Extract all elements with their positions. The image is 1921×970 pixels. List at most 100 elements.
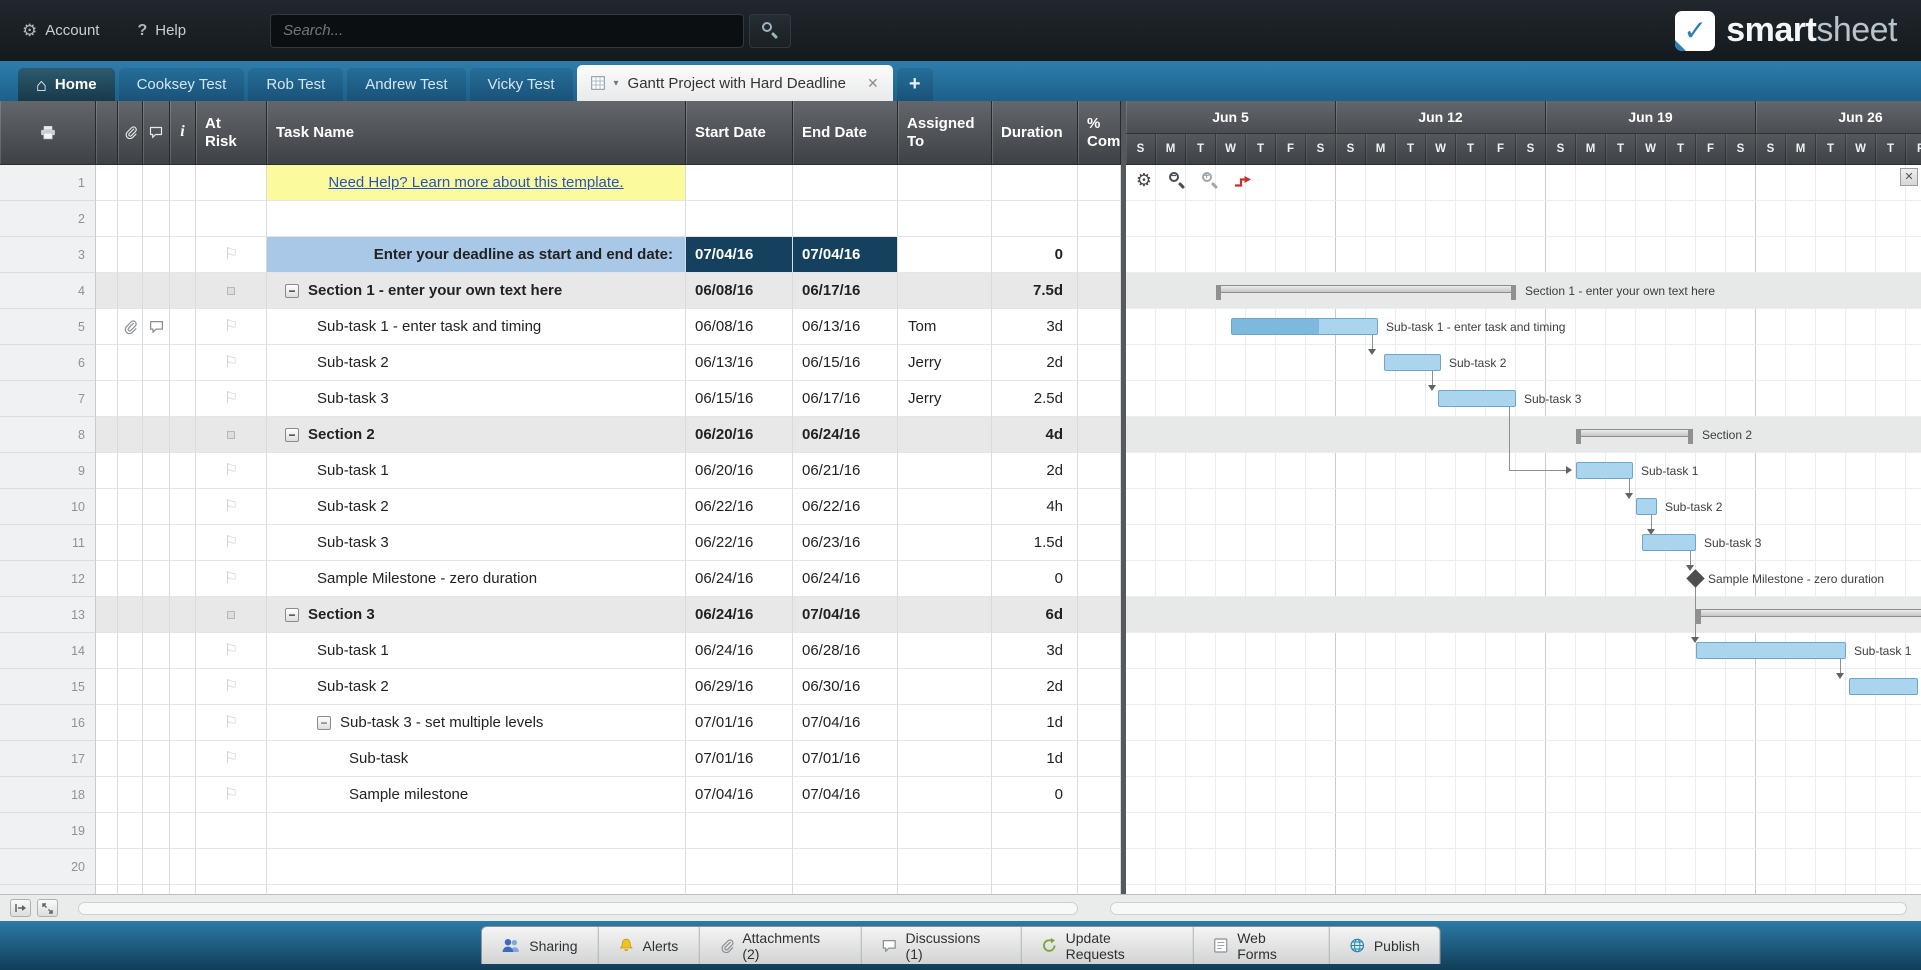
tab-rob-test[interactable]: Rob Test [248, 68, 344, 101]
lock-cell[interactable] [96, 201, 118, 237]
row-number-cell[interactable]: 18 [0, 777, 96, 813]
discussion-cell[interactable] [143, 525, 170, 561]
lock-cell[interactable] [96, 345, 118, 381]
cell-start-date[interactable]: 06/15/16 [686, 381, 793, 417]
cell-start-date[interactable]: 07/04/16 [686, 237, 793, 273]
attachment-cell[interactable] [118, 813, 143, 849]
cell-pct-complete[interactable] [1078, 597, 1121, 633]
cell-task-name[interactable]: Sample Milestone - zero duration [267, 561, 686, 597]
cell-task-name[interactable]: Sample milestone [267, 777, 686, 813]
cell-pct-complete[interactable] [1078, 165, 1121, 201]
cell-start-date[interactable]: 06/22/16 [686, 489, 793, 525]
cell-task-name[interactable] [267, 813, 686, 849]
discussion-cell[interactable] [143, 489, 170, 525]
lock-cell[interactable] [96, 489, 118, 525]
lock-cell[interactable] [96, 633, 118, 669]
row-number-cell[interactable]: 21 [0, 885, 96, 894]
cell-end-date[interactable]: 06/15/16 [793, 345, 898, 381]
at-risk-checkbox[interactable] [227, 286, 235, 295]
cell-duration[interactable]: 2d [992, 669, 1078, 705]
expand-view-button[interactable] [37, 899, 58, 917]
gantt-task-bar[interactable] [1231, 318, 1378, 335]
lock-cell[interactable] [96, 525, 118, 561]
gantt-task-bar[interactable] [1384, 354, 1441, 371]
cell-pct-complete[interactable] [1078, 453, 1121, 489]
gantt-settings-button[interactable]: ⚙ [1134, 170, 1154, 190]
cell-duration[interactable]: 3d [992, 309, 1078, 345]
attachment-cell[interactable] [118, 561, 143, 597]
cell-end-date[interactable]: 06/24/16 [793, 417, 898, 453]
cell-start-date[interactable]: 07/01/16 [686, 741, 793, 777]
cell-task-name[interactable]: − Section 1 - enter your own text here [267, 273, 686, 309]
at-risk-flag-icon[interactable]: ⚐ [224, 498, 238, 515]
cell-end-date[interactable]: 06/17/16 [793, 273, 898, 309]
attachment-cell[interactable] [118, 741, 143, 777]
attachment-cell[interactable] [118, 237, 143, 273]
column-header-task-name[interactable]: Task Name [267, 101, 686, 164]
collapse-toggle[interactable]: − [285, 427, 299, 442]
discussion-cell[interactable] [143, 273, 170, 309]
lock-cell[interactable] [96, 597, 118, 633]
tab-close-icon[interactable]: ✕ [867, 75, 879, 92]
attachment-cell[interactable] [118, 165, 143, 201]
cell-start-date[interactable]: 06/13/16 [686, 345, 793, 381]
discussion-cell[interactable] [143, 741, 170, 777]
discussion-cell[interactable] [143, 777, 170, 813]
attachment-cell[interactable] [118, 453, 143, 489]
at-risk-cell[interactable] [196, 813, 267, 849]
lock-cell[interactable] [96, 237, 118, 273]
gantt-summary-bar[interactable] [1696, 609, 1921, 617]
lock-cell[interactable] [96, 309, 118, 345]
tab-home[interactable]: ⌂ Home [18, 68, 115, 101]
discussion-cell[interactable] [143, 597, 170, 633]
cell-task-name[interactable] [267, 849, 686, 885]
row-number-cell[interactable]: 1 [0, 165, 96, 201]
cell-pct-complete[interactable] [1078, 669, 1121, 705]
at-risk-cell[interactable]: ⚐ [196, 705, 267, 741]
row-number-cell[interactable]: 16 [0, 705, 96, 741]
row-number-cell[interactable]: 4 [0, 273, 96, 309]
cell-pct-complete[interactable] [1078, 381, 1121, 417]
attachment-cell[interactable] [118, 597, 143, 633]
cell-assigned-to[interactable] [898, 777, 992, 813]
at-risk-cell[interactable]: ⚐ [196, 525, 267, 561]
at-risk-flag-icon[interactable]: ⚐ [224, 570, 238, 587]
scroll-to-edge-button[interactable] [10, 899, 31, 917]
cell-pct-complete[interactable] [1078, 633, 1121, 669]
info-cell[interactable] [170, 237, 196, 273]
discussion-cell[interactable] [143, 381, 170, 417]
row-number-cell[interactable]: 2 [0, 201, 96, 237]
cell-start-date[interactable] [686, 885, 793, 894]
at-risk-flag-icon[interactable]: ⚐ [224, 354, 238, 371]
cell-assigned-to[interactable] [898, 165, 992, 201]
info-cell[interactable] [170, 309, 196, 345]
info-cell[interactable] [170, 885, 196, 894]
attachment-cell[interactable] [118, 777, 143, 813]
discussion-cell[interactable] [143, 165, 170, 201]
cell-task-name[interactable]: Sub-task 2 [267, 345, 686, 381]
cell-duration[interactable]: 1.5d [992, 525, 1078, 561]
lock-cell[interactable] [96, 885, 118, 894]
attachment-cell[interactable] [118, 381, 143, 417]
footer-button-discussions-1[interactable]: Discussions (1) [862, 927, 1022, 964]
gantt-close-button[interactable]: ✕ [1900, 168, 1918, 186]
cell-assigned-to[interactable] [898, 633, 992, 669]
discussion-cell[interactable] [143, 453, 170, 489]
template-help-link[interactable]: Need Help? Learn more about this templat… [328, 174, 623, 191]
cell-pct-complete[interactable] [1078, 309, 1121, 345]
cell-start-date[interactable]: 06/22/16 [686, 525, 793, 561]
cell-end-date[interactable]: 06/28/16 [793, 633, 898, 669]
info-cell[interactable] [170, 273, 196, 309]
attachment-cell[interactable] [118, 489, 143, 525]
cell-end-date[interactable]: 06/21/16 [793, 453, 898, 489]
gantt-scrollbar-track[interactable] [1110, 901, 1907, 915]
cell-task-name[interactable]: Sub-task 1 [267, 633, 686, 669]
row-number-cell[interactable]: 9 [0, 453, 96, 489]
lock-cell[interactable] [96, 381, 118, 417]
cell-task-name[interactable]: − Section 3 [267, 597, 686, 633]
cell-duration[interactable] [992, 201, 1078, 237]
cell-end-date[interactable]: 06/17/16 [793, 381, 898, 417]
column-header-row-select[interactable] [0, 101, 96, 164]
cell-end-date[interactable]: 07/04/16 [793, 705, 898, 741]
column-header-info[interactable]: i [170, 101, 196, 164]
